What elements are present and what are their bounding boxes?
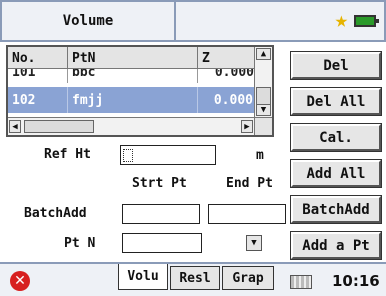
status-area: ★	[176, 0, 386, 42]
tab-volu[interactable]: Volu	[118, 264, 168, 290]
scroll-corner	[254, 117, 272, 135]
table-header: No. PtN Z	[8, 47, 256, 69]
cell-z: 0.000	[214, 69, 254, 80]
cell-no: 101	[8, 69, 68, 83]
keyboard-icon[interactable]	[290, 275, 312, 289]
table-grid: No. PtN Z 101 bbc 0.000 102 fmjj 0.000	[8, 47, 256, 119]
strt-pt-label: Strt Pt	[132, 176, 187, 191]
chevron-down-icon[interactable]: ▼	[246, 235, 262, 251]
pt-n-label: Pt N	[64, 236, 96, 251]
table-row[interactable]: 101 bbc 0.000	[8, 69, 256, 83]
cell-no: 102	[8, 87, 68, 113]
ref-ht-input[interactable]	[120, 145, 216, 165]
col-header-ptn[interactable]: PtN	[68, 47, 198, 69]
close-icon[interactable]: ✕	[10, 271, 30, 291]
star-icon[interactable]: ★	[335, 10, 348, 32]
scroll-left-icon[interactable]: ◀	[9, 120, 21, 133]
col-header-z[interactable]: Z	[198, 47, 256, 69]
horizontal-scroll-thumb[interactable]	[24, 120, 94, 133]
scroll-down-icon[interactable]: ▼	[256, 104, 271, 116]
vertical-scrollbar[interactable]: ▲ ▼	[254, 47, 272, 119]
bottom-bar: ✕ Volu Resl Grap 10:16	[0, 262, 386, 296]
batchadd-button[interactable]: BatchAdd	[290, 195, 382, 224]
pt-n-select[interactable]	[122, 233, 202, 253]
tab-grap[interactable]: Grap	[222, 266, 274, 290]
cell-ptn: bbc	[68, 69, 198, 83]
tab-resl[interactable]: Resl	[170, 266, 220, 290]
ref-ht-label: Ref Ht	[44, 147, 91, 162]
strt-pt-input[interactable]	[122, 204, 200, 224]
col-header-no[interactable]: No.	[8, 47, 68, 69]
cell-ptn: fmjj	[68, 87, 198, 113]
del-button[interactable]: Del	[290, 51, 382, 80]
title-bar: Volume ★	[0, 0, 386, 42]
add-all-button[interactable]: Add All	[290, 159, 382, 188]
cal-button[interactable]: Cal.	[290, 123, 382, 152]
battery-icon	[354, 15, 379, 27]
scroll-up-icon[interactable]: ▲	[256, 48, 271, 60]
batchadd-label: BatchAdd	[24, 206, 87, 221]
end-pt-input[interactable]	[208, 204, 286, 224]
add-a-pt-button[interactable]: Add a Pt	[290, 231, 382, 260]
window-title: Volume	[0, 0, 176, 42]
vertical-scroll-thumb[interactable]	[256, 87, 271, 105]
horizontal-scrollbar[interactable]: ◀ ▶	[8, 117, 256, 135]
cell-z: 0.000	[198, 87, 256, 113]
end-pt-label: End Pt	[226, 176, 273, 191]
clock: 10:16	[332, 272, 380, 290]
text-cursor	[123, 149, 133, 162]
ref-ht-unit: m	[256, 148, 264, 163]
table-row-selected[interactable]: 102 fmjj 0.000	[8, 87, 256, 113]
del-all-button[interactable]: Del All	[290, 87, 382, 116]
points-table[interactable]: No. PtN Z 101 bbc 0.000 102 fmjj 0.000 ▲…	[6, 45, 274, 137]
scroll-right-icon[interactable]: ▶	[241, 120, 253, 133]
